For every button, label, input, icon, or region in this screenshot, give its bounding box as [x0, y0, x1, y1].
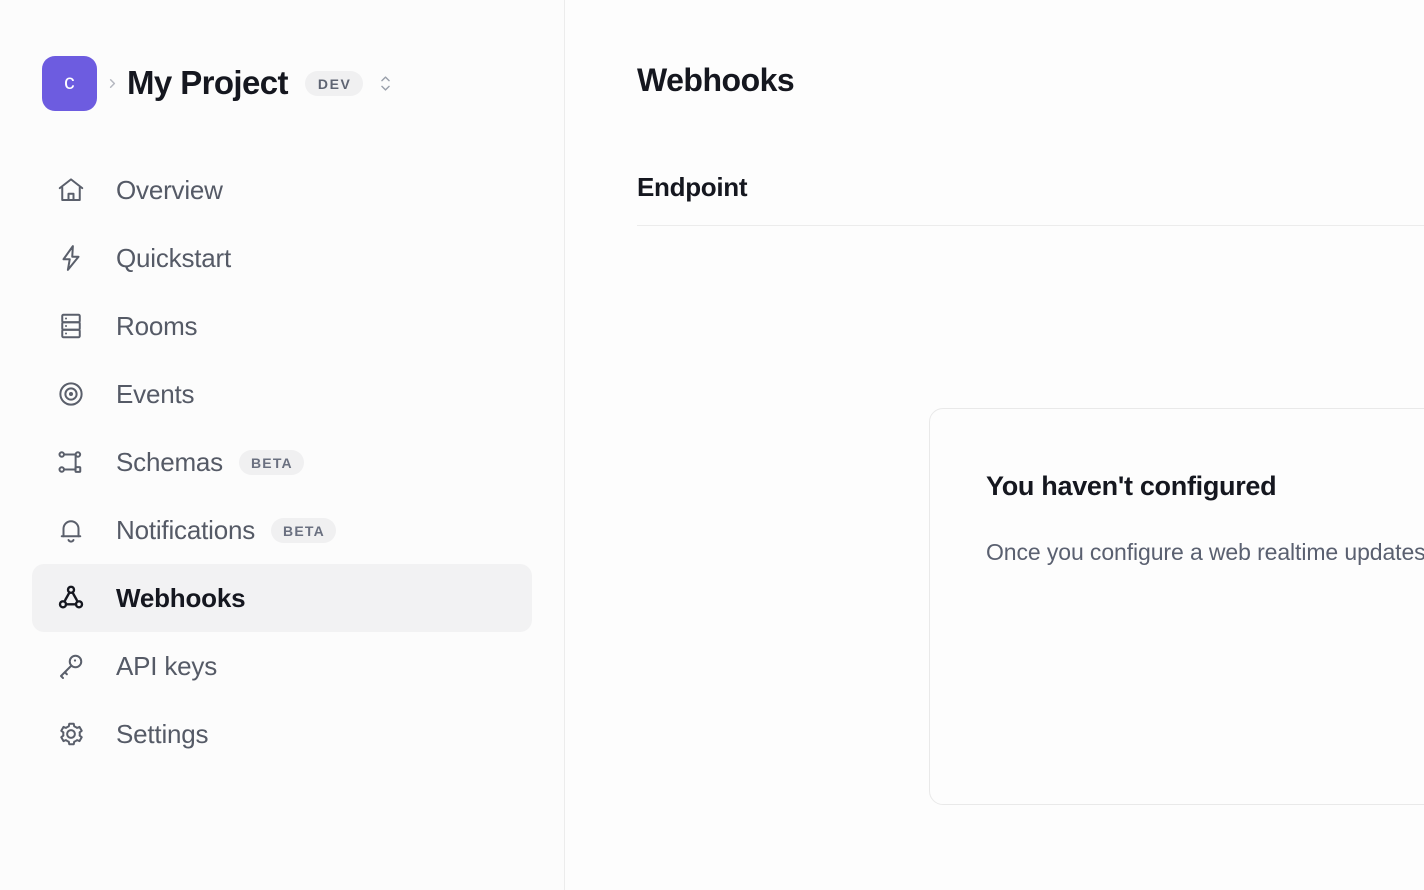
sidebar-item-notifications[interactable]: Notifications BETA: [32, 496, 532, 564]
nodes-graph-icon: [54, 445, 88, 479]
sidebar-item-webhooks[interactable]: Webhooks: [32, 564, 532, 632]
sidebar-item-label: Quickstart: [116, 242, 232, 273]
sidebar-item-overview[interactable]: Overview: [32, 156, 532, 224]
page-title: Webhooks: [637, 62, 795, 98]
section-divider: [637, 225, 1424, 226]
sidebar-item-label: Settings: [116, 718, 209, 749]
sidebar-item-label: Overview: [116, 174, 223, 205]
sidebar-item-label: Events: [116, 378, 195, 409]
main-content: Webhooks Endpoint You haven't configured…: [565, 0, 1424, 890]
gear-icon: [54, 717, 88, 751]
empty-state-card: You haven't configured Once you configur…: [929, 408, 1424, 805]
sidebar-item-rooms[interactable]: Rooms: [32, 292, 532, 360]
lightning-bolt-icon: [54, 241, 88, 275]
webhook-icon: [54, 581, 88, 615]
server-rack-icon: [54, 309, 88, 343]
bell-icon: [54, 513, 88, 547]
sidebar-nav: Overview Quickstart Rooms Events Schemas…: [0, 156, 564, 768]
page-title-project: My Project: [127, 64, 288, 101]
empty-state-description: Once you configure a web realtime update…: [986, 539, 1424, 565]
status-badge-beta: BETA: [271, 517, 336, 543]
chevron-up-down-icon[interactable]: [377, 71, 394, 96]
project-switcher[interactable]: c My Project DEV: [0, 55, 564, 111]
sidebar-item-label: Rooms: [116, 310, 198, 341]
sidebar-item-api-keys[interactable]: API keys: [32, 632, 532, 700]
section-heading-endpoint: Endpoint: [637, 172, 748, 202]
target-icon: [54, 377, 88, 411]
sidebar-item-settings[interactable]: Settings: [32, 700, 532, 768]
sidebar-item-schemas[interactable]: Schemas BETA: [32, 428, 532, 496]
sidebar-item-label: Notifications: [116, 514, 256, 545]
status-badge-env: DEV: [304, 70, 364, 96]
home-icon: [54, 173, 88, 207]
sidebar: c My Project DEV Overview Quickstart Roo…: [0, 0, 565, 890]
chevron-right-icon: [97, 76, 127, 91]
sidebar-item-label: Schemas: [116, 446, 223, 477]
key-icon: [54, 649, 88, 683]
app-root: c My Project DEV Overview Quickstart Roo…: [0, 0, 1424, 890]
avatar: c: [42, 55, 97, 111]
sidebar-item-events[interactable]: Events: [32, 360, 532, 428]
status-badge-beta: BETA: [238, 449, 304, 475]
sidebar-item-label: Webhooks: [116, 582, 246, 613]
sidebar-item-quickstart[interactable]: Quickstart: [32, 224, 532, 292]
sidebar-item-label: API keys: [116, 650, 217, 681]
empty-state-title: You haven't configured: [986, 471, 1277, 501]
